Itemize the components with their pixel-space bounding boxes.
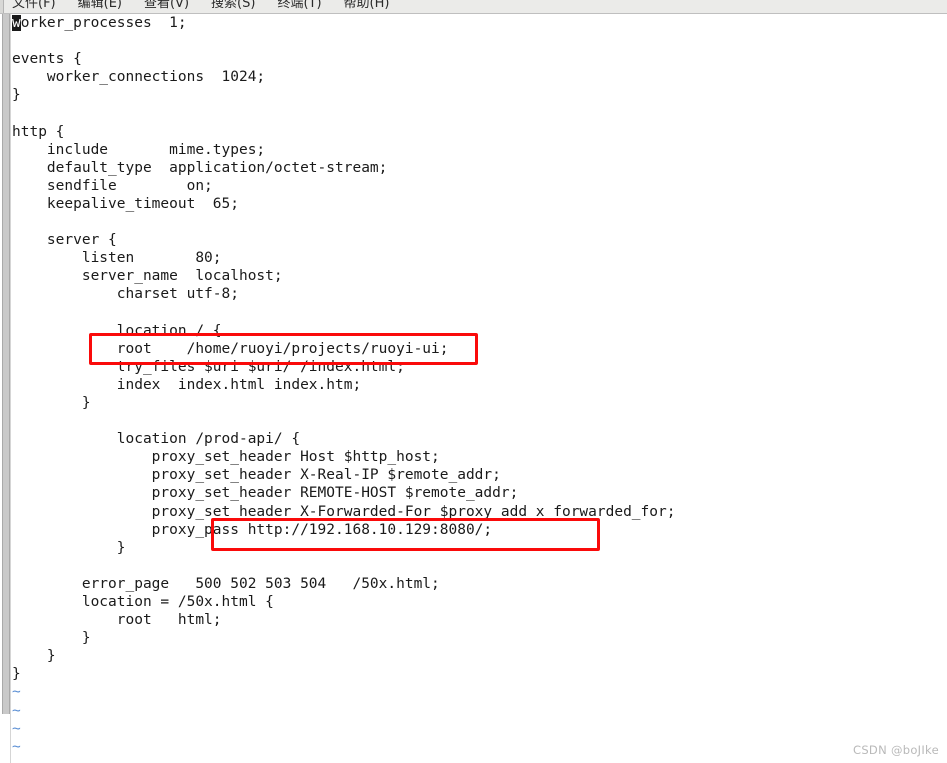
code-line: }: [12, 648, 56, 665]
code-line: keepalive_timeout 65;: [12, 195, 239, 212]
empty-line-marker: ~: [12, 720, 21, 737]
code-line: proxy_set_header X-Forwarded-For $proxy_…: [12, 503, 676, 520]
menu-bar-edge: [0, 0, 4, 13]
code-line: server {: [12, 232, 117, 249]
code-line: proxy_set_header Host $http_host;: [12, 449, 440, 466]
code-line: listen 80;: [12, 250, 222, 267]
empty-line-marker: ~: [12, 702, 21, 719]
empty-line-marker: ~: [12, 756, 947, 763]
code-line: error_page 500 502 503 504 /50x.html;: [12, 575, 440, 592]
menu-bar: 文件(F) 编辑(E) 查看(V) 搜索(S) 终端(T) 帮助(H): [0, 0, 947, 14]
code-line: root html;: [12, 612, 222, 629]
vertical-scrollbar[interactable]: [2, 14, 10, 714]
config-file-content[interactable]: worker_processes 1; events { worker_conn…: [12, 14, 947, 763]
code-line: http {: [12, 123, 65, 140]
menu-item-terminal[interactable]: 终端(T): [277, 0, 321, 13]
editor-window: 文件(F) 编辑(E) 查看(V) 搜索(S) 终端(T) 帮助(H) work…: [0, 0, 947, 763]
code-line: sendfile on;: [12, 177, 213, 194]
code-line: proxy_pass http://192.168.10.129:8080/;: [12, 521, 493, 538]
menu-item-edit[interactable]: 编辑(E): [78, 0, 122, 13]
code-line: events {: [12, 51, 82, 68]
menu-item-search[interactable]: 搜索(S): [211, 0, 255, 13]
code-line: charset utf-8;: [12, 286, 239, 303]
code-line: worker_processes 1;: [12, 15, 187, 31]
code-line: proxy_set_header X-Real-IP $remote_addr;: [12, 467, 501, 484]
csdn-watermark: CSDN @boJIke: [853, 743, 939, 757]
code-line: worker_connections 1024;: [12, 69, 266, 86]
empty-line-marker: ~: [12, 684, 21, 701]
code-line: }: [12, 394, 91, 411]
editor-gutter: [0, 14, 11, 763]
code-line: location / {: [12, 322, 222, 339]
code-line: location /prod-api/ {: [12, 431, 301, 448]
text-editor-area[interactable]: worker_processes 1; events { worker_conn…: [0, 14, 947, 763]
code-line: }: [12, 539, 126, 556]
menu-bar-items: 文件(F) 编辑(E) 查看(V) 搜索(S) 终端(T) 帮助(H): [12, 0, 389, 13]
code-line: default_type application/octet-stream;: [12, 159, 388, 176]
code-line: location = /50x.html {: [12, 594, 274, 610]
text-cursor: w: [12, 15, 21, 31]
menu-item-view[interactable]: 查看(V): [144, 0, 189, 13]
code-line: }: [12, 666, 21, 683]
menu-item-file[interactable]: 文件(F): [12, 0, 56, 13]
empty-line-marker: ~: [12, 738, 21, 755]
code-line: }: [12, 630, 91, 647]
code-line: index index.html index.htm;: [12, 376, 362, 393]
code-line: }: [12, 87, 21, 104]
menu-item-help[interactable]: 帮助(H): [344, 0, 390, 13]
code-line: try_files $uri $uri/ /index.html;: [12, 358, 405, 375]
code-line: proxy_set_header REMOTE-HOST $remote_add…: [12, 485, 519, 502]
code-line: include mime.types;: [12, 141, 266, 158]
code-line: root /home/ruoyi/projects/ruoyi-ui;: [12, 340, 449, 357]
code-line: server_name localhost;: [12, 268, 283, 285]
